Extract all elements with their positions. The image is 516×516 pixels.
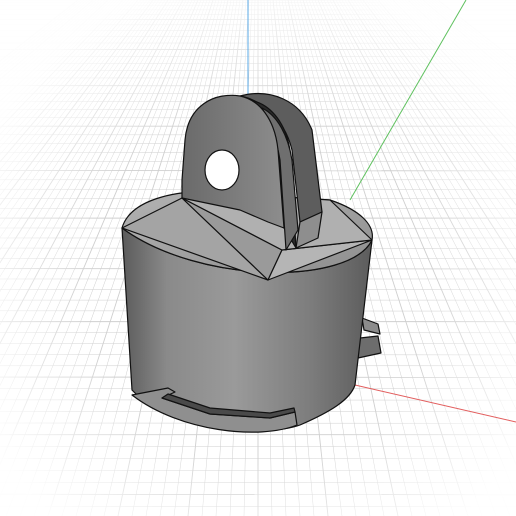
viewport-canvas[interactable]: [0, 0, 516, 516]
3d-viewport[interactable]: [0, 0, 516, 516]
mount-bolt-hole[interactable]: [204, 149, 240, 191]
